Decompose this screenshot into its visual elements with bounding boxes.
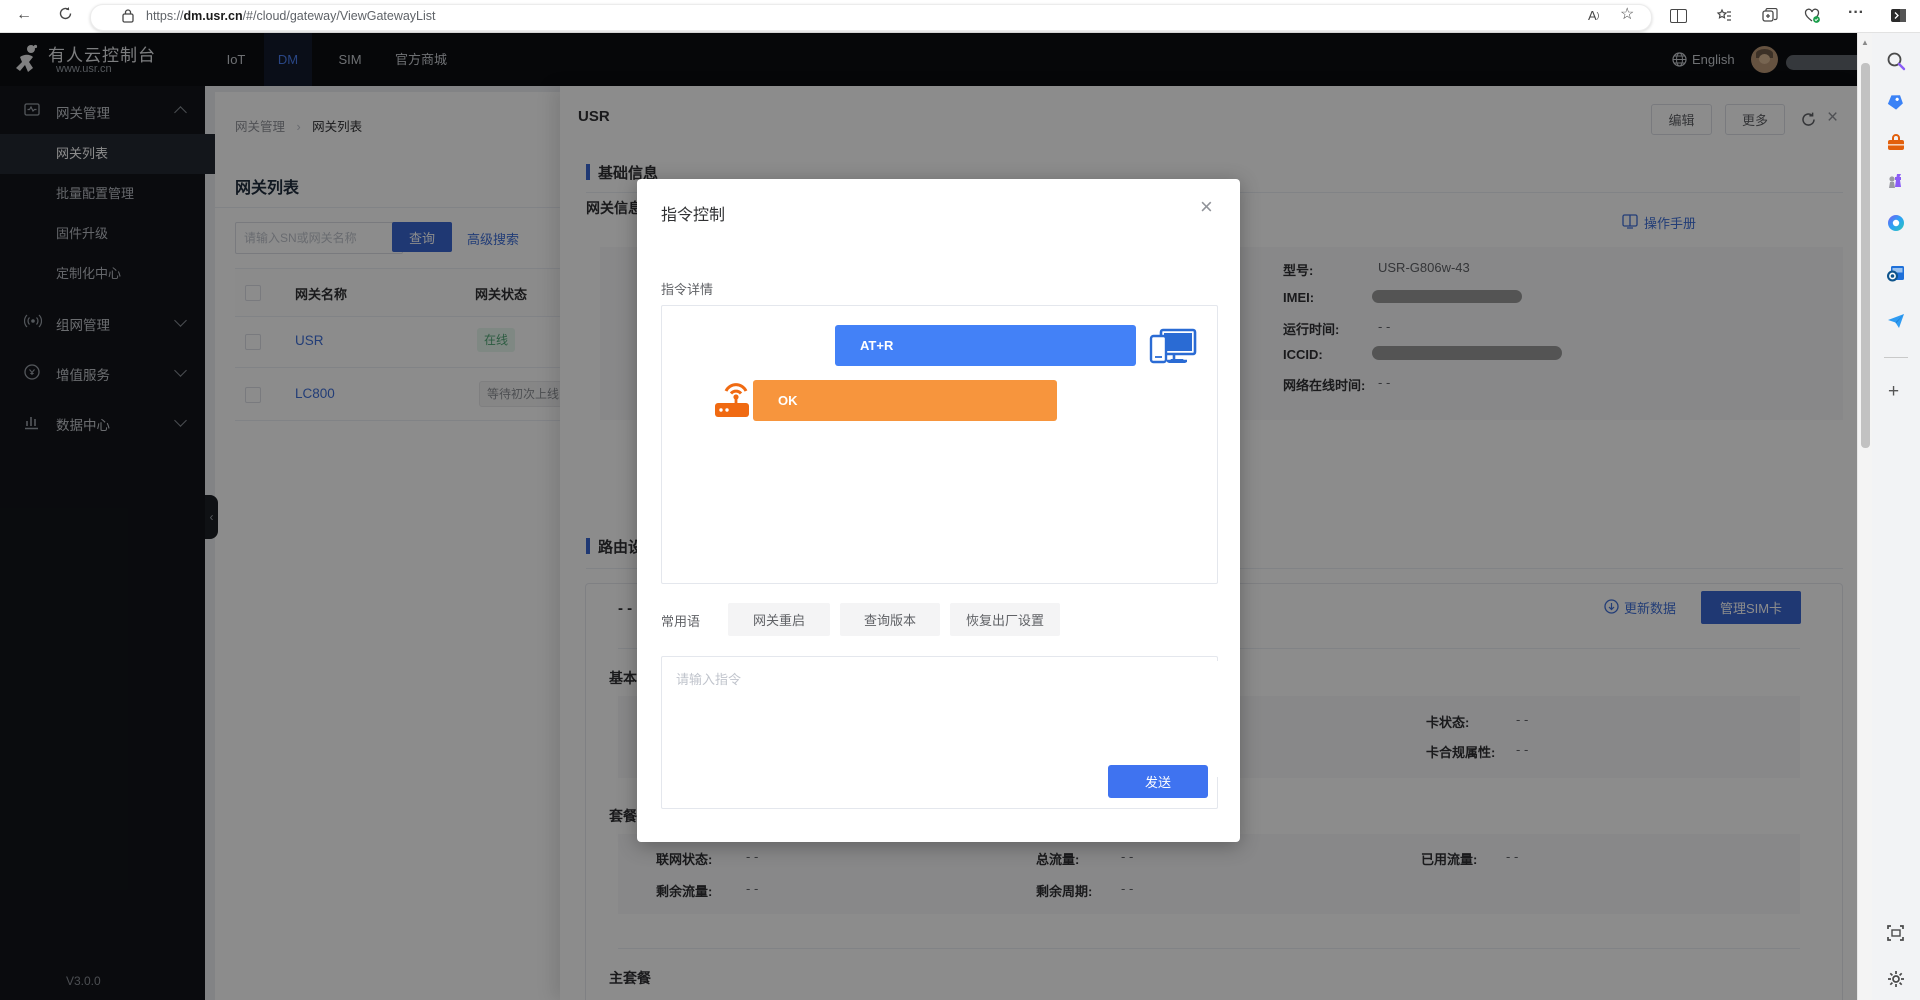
browser-toolbar: ← https://dm.usr.cn/#/cloud/gateway/View… xyxy=(0,0,1920,33)
quick-command-factory-reset[interactable]: 恢复出厂设置 xyxy=(950,603,1060,636)
sidebar-copilot-icon[interactable] xyxy=(1886,213,1906,233)
sent-command-bubble: AT+R xyxy=(835,325,1136,366)
quick-commands-label: 常用语 xyxy=(661,611,700,630)
split-screen-icon[interactable] xyxy=(1670,9,1687,23)
sidebar-search-icon[interactable] xyxy=(1886,51,1906,71)
sidebar-tools-icon[interactable] xyxy=(1886,133,1906,153)
sidebar-send-icon[interactable] xyxy=(1886,311,1906,331)
settings-gear-icon[interactable] xyxy=(1886,969,1906,989)
more-menu-icon[interactable]: ··· xyxy=(1848,5,1864,21)
url-text[interactable]: https://dm.usr.cn/#/cloud/gateway/ViewGa… xyxy=(146,9,436,23)
sidebar-games-icon[interactable] xyxy=(1886,171,1906,191)
command-input-box: 发送 xyxy=(661,656,1218,809)
sidebar-toggle-icon[interactable] xyxy=(1890,8,1907,27)
cloud-device-icon xyxy=(1149,326,1197,373)
lock-icon xyxy=(122,8,134,27)
dialog-title: 指令控制 xyxy=(661,201,725,225)
dialog-close-icon[interactable]: × xyxy=(1200,196,1213,218)
rail-divider xyxy=(1884,357,1908,358)
read-aloud-icon[interactable]: A) xyxy=(1588,8,1599,24)
sidebar-shopping-icon[interactable] xyxy=(1886,91,1906,111)
screen: ← https://dm.usr.cn/#/cloud/gateway/View… xyxy=(0,0,1920,1000)
collections-add-icon[interactable] xyxy=(1762,8,1778,27)
browser-essentials-icon[interactable] xyxy=(1804,8,1821,28)
edge-sidebar-rail: + xyxy=(1872,33,1920,1000)
refresh-icon[interactable] xyxy=(58,6,73,25)
sidebar-add-icon[interactable]: + xyxy=(1888,381,1899,403)
back-icon[interactable]: ← xyxy=(16,7,32,23)
reply-bubble: OK xyxy=(753,380,1057,421)
screenshot-tool-icon[interactable] xyxy=(1886,923,1906,943)
router-device-icon xyxy=(712,378,758,425)
command-input[interactable] xyxy=(666,661,1221,777)
send-button[interactable]: 发送 xyxy=(1108,765,1208,798)
command-detail-label: 指令详情 xyxy=(661,279,713,298)
favorite-star-icon[interactable]: ☆ xyxy=(1620,7,1634,23)
page-scrollbar[interactable]: ▲ xyxy=(1857,33,1872,1000)
quick-command-query-version[interactable]: 查询版本 xyxy=(840,603,940,636)
collections-icon[interactable] xyxy=(1716,8,1732,27)
sidebar-outlook-icon[interactable] xyxy=(1886,263,1906,283)
command-control-dialog: 指令控制 × 指令详情 AT+R OK 常用语 网关重启 查询版本 恢复出厂设置… xyxy=(637,179,1240,842)
quick-command-reboot[interactable]: 网关重启 xyxy=(728,603,830,636)
scrollbar-thumb[interactable] xyxy=(1861,63,1870,448)
scroll-up-arrow[interactable]: ▲ xyxy=(1861,38,1869,47)
command-history-panel: AT+R OK xyxy=(661,305,1218,584)
